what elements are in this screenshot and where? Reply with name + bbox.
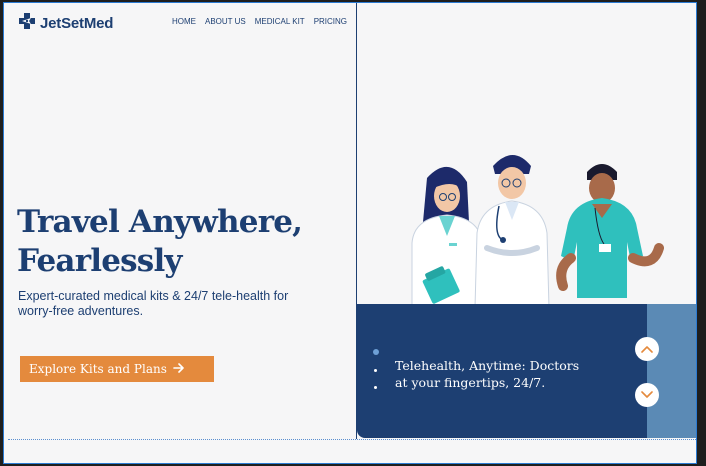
carousel-side-strip — [647, 304, 696, 438]
nav-item-about-us[interactable]: ABOUT US — [205, 17, 246, 26]
carousel-slide-text: Telehealth, Anytime: Doctors at your fin… — [395, 358, 580, 390]
male-doctor-figure — [474, 155, 550, 309]
carousel-dots — [373, 349, 379, 389]
nav-item-home[interactable]: HOME — [172, 17, 196, 26]
hero-title-line-1: Travel Anywhere, — [17, 204, 303, 240]
brand-name: JetSetMed — [40, 15, 114, 32]
medical-cross-plane-icon — [18, 12, 36, 35]
hero-title-line-2: Fearlessly — [17, 243, 182, 279]
carousel-panel: Telehealth, Anytime: Doctors at your fin… — [357, 304, 647, 438]
nav-item-medical-kit[interactable]: MEDICAL KIT — [255, 17, 305, 26]
explore-kits-label: Explore Kits and Plans — [29, 362, 167, 376]
main-nav: HOME ABOUT US MEDICAL KIT PRICING — [172, 17, 347, 26]
scrubs-doctor-figure — [556, 164, 664, 298]
carousel-dot-1[interactable] — [373, 349, 379, 355]
carousel-dot-3[interactable] — [374, 386, 377, 389]
brand-logo[interactable]: JetSetMed — [18, 12, 113, 35]
arrow-right-icon — [173, 362, 185, 376]
carousel-prev-button[interactable] — [635, 337, 659, 361]
doctors-illustration — [387, 148, 677, 328]
chevron-down-icon — [641, 386, 653, 404]
female-doctor-figure — [411, 166, 483, 314]
hero-subtitle: Expert-curated medical kits & 24/7 tele-… — [18, 289, 289, 318]
hero-right-pane: Telehealth, Anytime: Doctors at your fin… — [357, 3, 696, 439]
explore-kits-button[interactable]: Explore Kits and Plans — [20, 356, 214, 382]
nav-item-pricing[interactable]: PRICING — [314, 17, 347, 26]
carousel-next-button[interactable] — [635, 383, 659, 407]
chevron-up-icon — [641, 340, 653, 358]
carousel-dot-2[interactable] — [374, 369, 377, 372]
hero-title: Travel Anywhere, Fearlessly — [17, 203, 337, 281]
hero-left-pane: JetSetMed HOME ABOUT US MEDICAL KIT PRIC… — [4, 3, 357, 438]
browser-viewport: JetSetMed HOME ABOUT US MEDICAL KIT PRIC… — [3, 2, 697, 464]
